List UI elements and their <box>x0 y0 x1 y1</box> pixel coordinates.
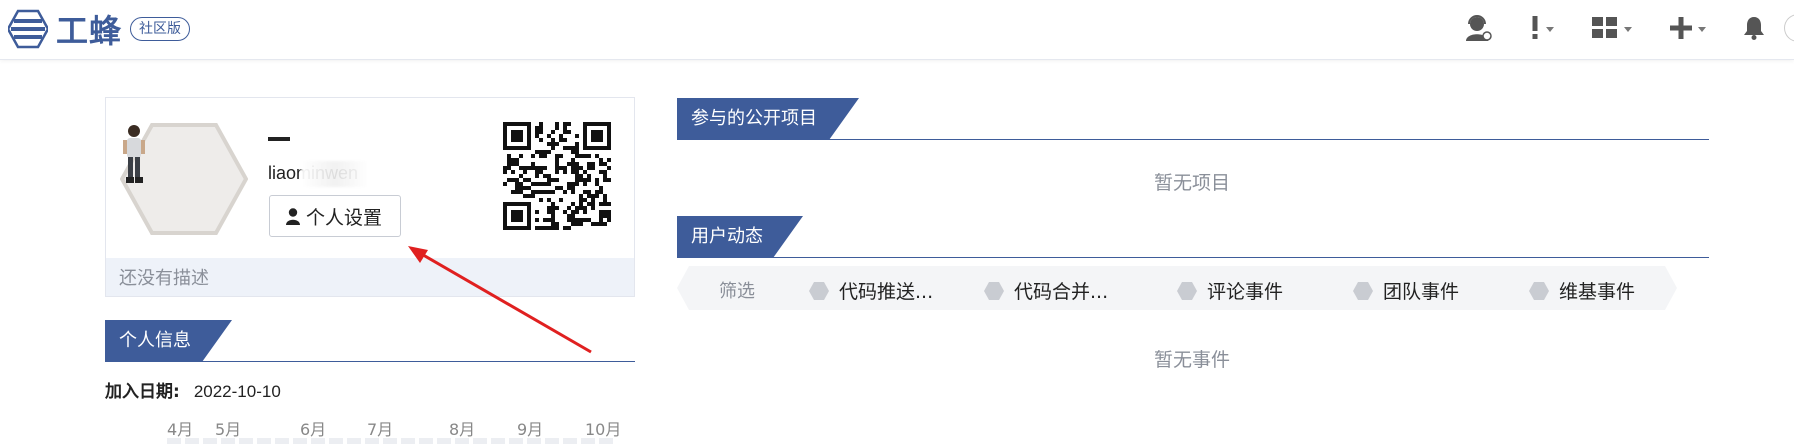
section-title: 个人信息 <box>105 320 232 362</box>
heatmap-cell <box>311 438 325 444</box>
personal-settings-button[interactable]: 个人设置 <box>269 195 401 237</box>
filter-code-merge[interactable]: 代码合并... <box>984 277 1108 304</box>
create-menu[interactable] <box>1670 17 1706 39</box>
user-activity-header: 用户动态 <box>677 216 1709 258</box>
avatar-photo <box>123 125 145 183</box>
contribution-heatmap <box>167 438 613 444</box>
logo-icon <box>8 9 48 49</box>
avatar <box>120 123 248 235</box>
heatmap-cell <box>221 438 235 444</box>
heatmap-cell <box>563 438 577 444</box>
bell-icon <box>1744 17 1764 40</box>
chevron-down-icon <box>1698 26 1706 32</box>
profile-description: 还没有描述 <box>106 258 634 296</box>
filter-label: 代码推送... <box>839 281 934 303</box>
filter-label: 评论事件 <box>1207 281 1284 303</box>
qr-code <box>503 122 611 230</box>
join-date-value: 2022-10-10 <box>193 382 281 401</box>
plus-icon <box>1670 17 1692 39</box>
filter-label: 团队事件 <box>1383 281 1460 303</box>
month-label: 8月 <box>449 420 476 439</box>
heatmap-cell <box>509 438 523 444</box>
heatmap-cell <box>257 438 271 444</box>
filter-label: 代码合并... <box>1014 281 1109 303</box>
heatmap-cell <box>347 438 361 444</box>
activity-filter-bar: 筛选 代码推送... 代码合并... 评论事件 团队事件 维基事件 <box>677 266 1677 310</box>
heatmap-cell <box>491 438 505 444</box>
filter-wiki-events[interactable]: 维基事件 <box>1529 277 1635 304</box>
heatmap-cell <box>455 438 469 444</box>
heatmap-cell <box>599 438 613 444</box>
personal-info-header: 个人信息 <box>105 320 635 362</box>
heatmap-cell <box>365 438 379 444</box>
chevron-down-icon <box>1624 26 1632 32</box>
filter-code-push[interactable]: 代码推送... <box>809 277 933 304</box>
hexagon-checkbox-icon <box>984 281 1004 300</box>
filter-comment-events[interactable]: 评论事件 <box>1177 277 1283 304</box>
public-projects-header: 参与的公开项目 <box>677 98 1709 140</box>
heatmap-cell <box>329 438 343 444</box>
profile-card: liaominwen 个人设置 还没有描述 <box>105 97 635 297</box>
hexagon-checkbox-icon <box>809 281 829 300</box>
edition-badge: 社区版 <box>130 17 191 41</box>
filter-label: 筛选 <box>719 281 755 302</box>
heatmap-cell <box>401 438 415 444</box>
heatmap-cell <box>473 438 487 444</box>
exclamation-icon <box>1532 16 1538 39</box>
hexagon-checkbox-icon <box>1353 281 1373 300</box>
heatmap-cell <box>383 438 397 444</box>
month-label: 7月 <box>367 420 394 439</box>
heatmap-cell <box>545 438 559 444</box>
month-label: 6月 <box>300 420 327 439</box>
heatmap-cell <box>185 438 199 444</box>
help-menu[interactable] <box>1530 16 1554 40</box>
section-title: 参与的公开项目 <box>677 98 859 140</box>
month-label: 9月 <box>517 420 544 439</box>
month-label: 5月 <box>215 420 242 439</box>
section-title: 用户动态 <box>677 216 803 258</box>
notifications-button[interactable] <box>1744 16 1764 40</box>
logo-text: 工蜂 <box>56 12 123 50</box>
join-date-row: 加入日期: 2022-10-10 <box>105 377 281 402</box>
user-icon <box>286 207 300 225</box>
heatmap-cell <box>239 438 253 444</box>
month-label: 10月 <box>585 420 622 439</box>
events-empty-text: 暂无事件 <box>1154 349 1231 371</box>
apps-grid-icon <box>1592 17 1617 38</box>
projects-empty-text: 暂无项目 <box>1154 172 1231 194</box>
personal-settings-label: 个人设置 <box>306 206 383 229</box>
heatmap-cell <box>203 438 217 444</box>
display-name <box>268 137 290 141</box>
heatmap-cell <box>527 438 541 444</box>
support-agent-icon[interactable] <box>1464 14 1492 42</box>
join-date-label: 加入日期: <box>105 382 180 402</box>
heatmap-cell <box>293 438 307 444</box>
heatmap-cell <box>437 438 451 444</box>
apps-menu[interactable] <box>1592 17 1632 39</box>
username-redaction <box>301 161 369 187</box>
heatmap-cell <box>419 438 433 444</box>
hexagon-checkbox-icon <box>1177 281 1197 300</box>
filter-team-events[interactable]: 团队事件 <box>1353 277 1459 304</box>
heatmap-cell <box>581 438 595 444</box>
app-logo[interactable]: 工蜂 社区版 <box>8 6 191 52</box>
month-label: 4月 <box>167 420 194 439</box>
hexagon-checkbox-icon <box>1529 281 1549 300</box>
heatmap-cell <box>167 438 181 444</box>
heatmap-cell <box>275 438 289 444</box>
chevron-down-icon <box>1546 26 1554 32</box>
filter-label: 维基事件 <box>1559 281 1636 303</box>
top-navbar: 工蜂 社区版 <box>0 0 1794 60</box>
